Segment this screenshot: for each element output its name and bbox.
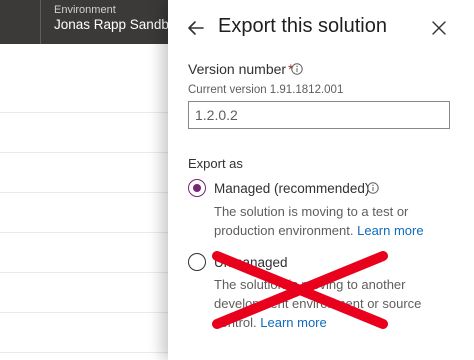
current-version-text: Current version 1.91.1812.001 — [188, 84, 344, 96]
radio-selected-dot — [192, 183, 201, 192]
close-icon — [432, 21, 446, 35]
managed-option-description: The solution is moving to a test or prod… — [214, 202, 454, 240]
header-divider — [40, 0, 41, 44]
version-number-input[interactable] — [188, 101, 450, 129]
info-icon[interactable] — [367, 182, 379, 194]
list-row-divider — [0, 232, 168, 233]
back-button[interactable] — [184, 16, 208, 40]
list-row-divider — [0, 272, 168, 273]
export-as-label: Export as — [188, 156, 243, 171]
unmanaged-option-label[interactable]: Unmanaged — [214, 255, 288, 270]
list-row-divider — [0, 352, 168, 353]
environment-name[interactable]: Jonas Rapp Sandbox — [54, 17, 183, 32]
panel-title: Export this solution — [218, 15, 387, 37]
managed-option-label[interactable]: Managed (recommended) — [214, 181, 369, 196]
unmanaged-learn-more-link[interactable]: Learn more — [260, 315, 326, 330]
list-row-divider — [0, 152, 168, 153]
background-solution-list — [0, 44, 168, 360]
version-number-label: Version number * — [188, 61, 294, 77]
version-label-text: Version number — [188, 61, 287, 77]
managed-radio[interactable] — [188, 179, 206, 197]
environment-label: Environment — [54, 4, 116, 16]
info-icon[interactable] — [291, 63, 303, 75]
export-solution-panel: Export this solution Version number * Cur… — [168, 0, 474, 360]
unmanaged-option-description: The solution is moving to another develo… — [214, 275, 454, 332]
close-button[interactable] — [428, 17, 450, 39]
unmanaged-radio[interactable] — [188, 253, 206, 271]
managed-learn-more-link[interactable]: Learn more — [357, 223, 423, 238]
back-arrow-icon — [188, 21, 204, 35]
list-row-divider — [0, 112, 168, 113]
list-row-divider — [0, 312, 168, 313]
list-row-divider — [0, 192, 168, 193]
